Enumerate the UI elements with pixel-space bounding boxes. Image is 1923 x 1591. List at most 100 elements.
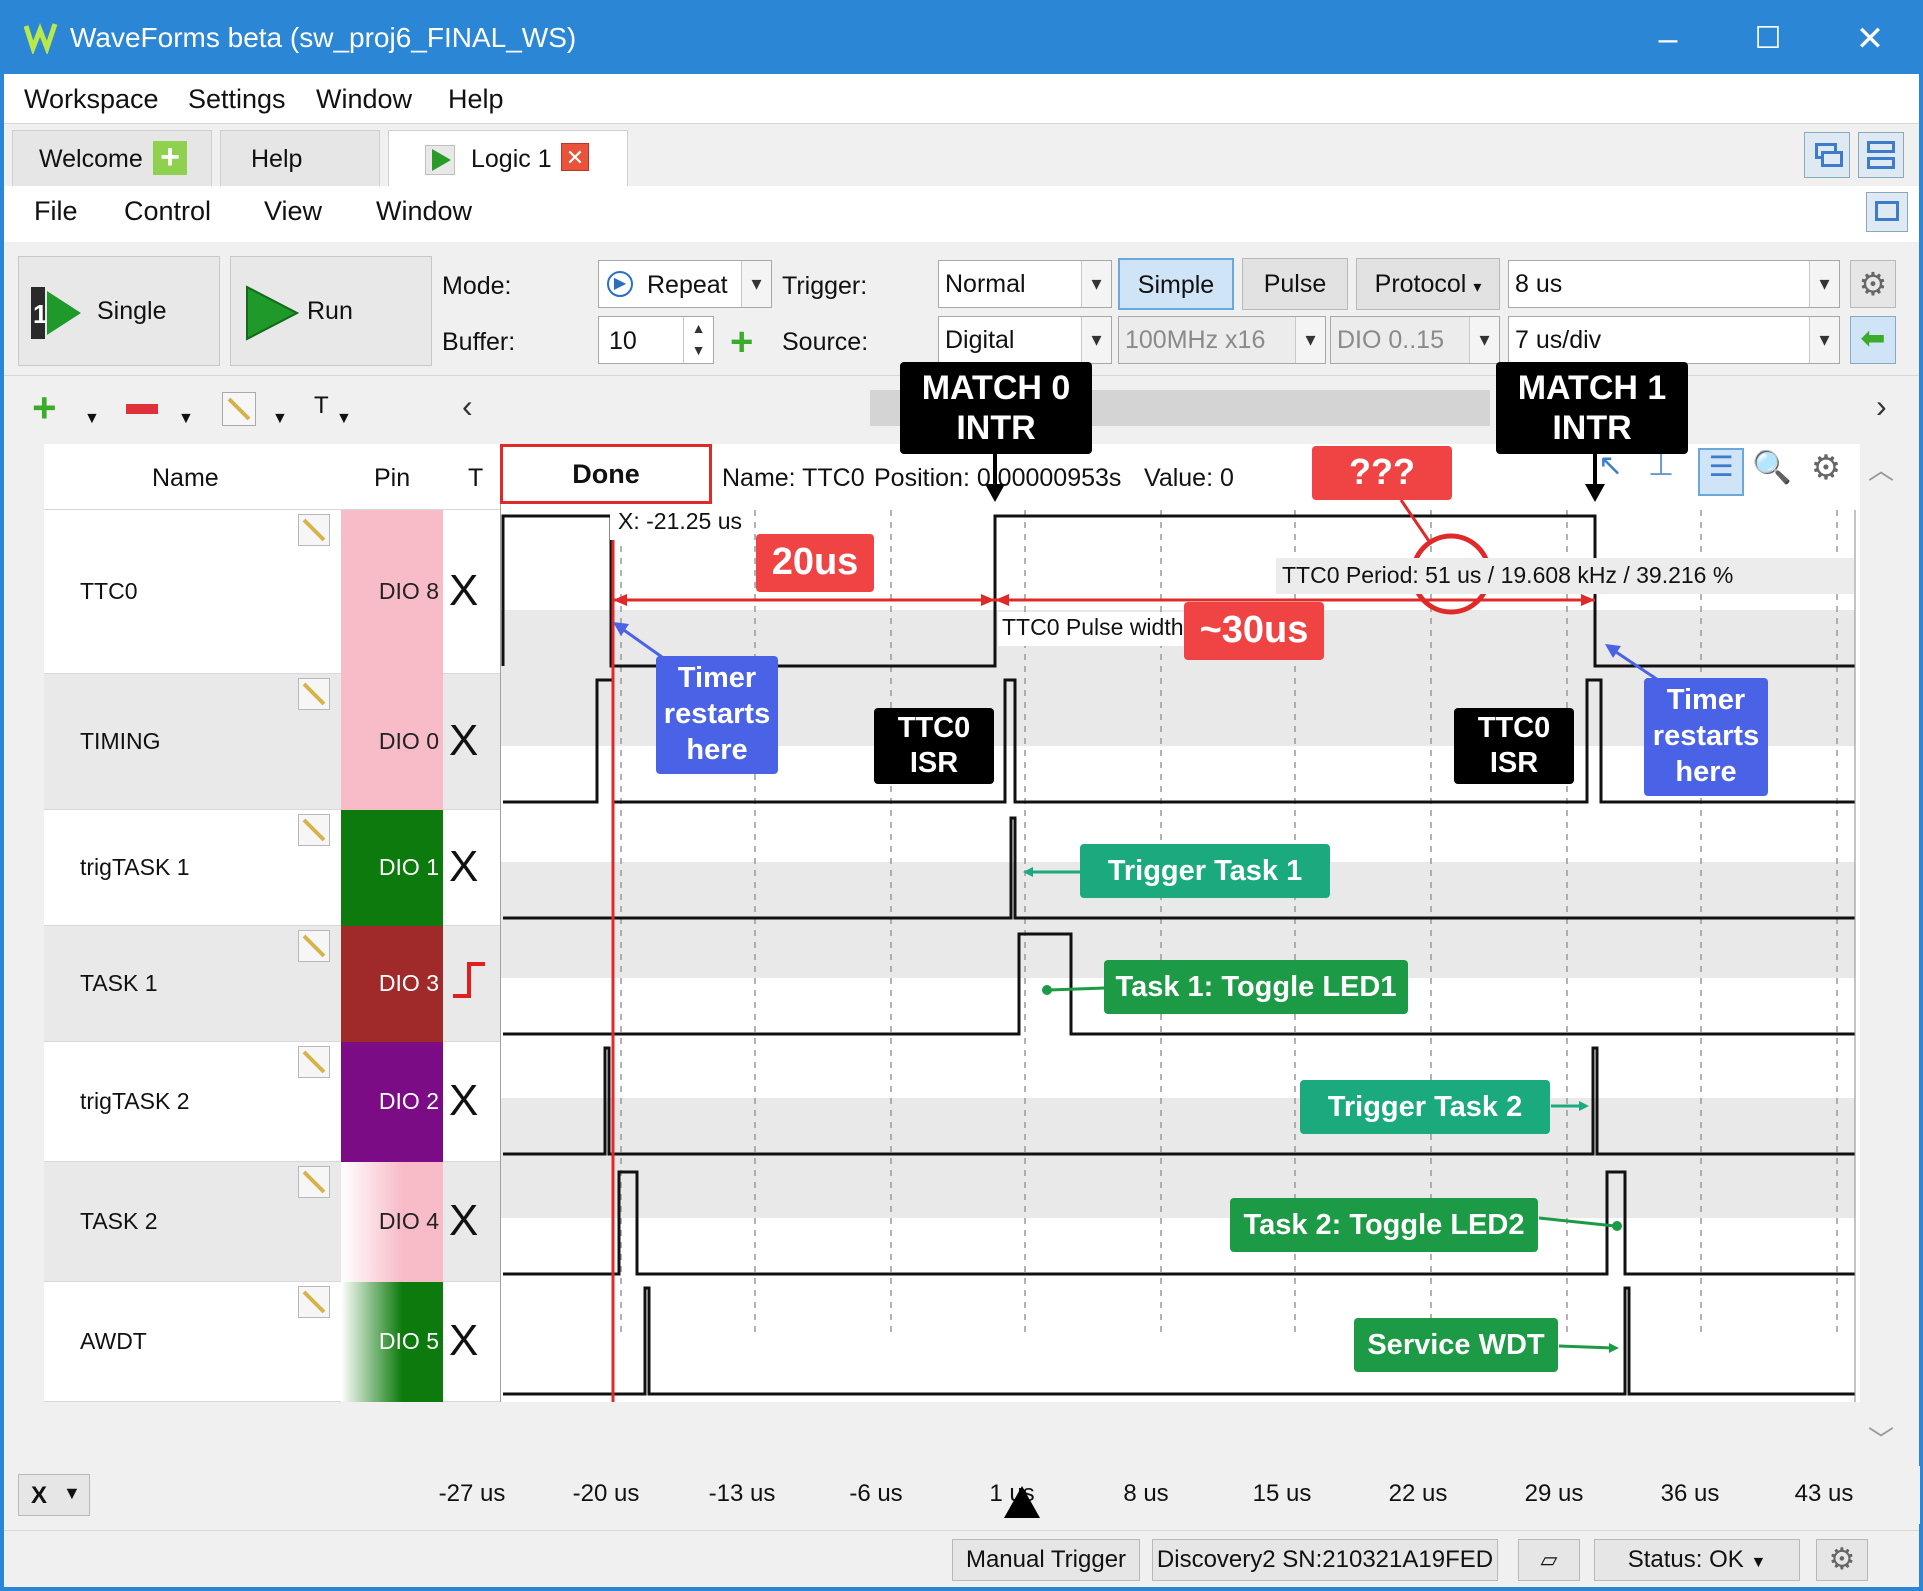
ruler-icon[interactable]: ⊥ (1648, 448, 1688, 488)
tab-logic1-label: Logic 1 (471, 145, 552, 173)
edit-channel-icon[interactable] (298, 1286, 330, 1318)
time-base-value: 7 us/div (1515, 326, 1602, 354)
gear-icon[interactable]: ⚙ (1850, 260, 1896, 308)
menu-workspace[interactable]: Workspace (24, 84, 159, 115)
close-tab-icon[interactable]: ✕ (561, 143, 589, 171)
protocol-trigger-button[interactable]: Protocol ▾ (1356, 258, 1500, 310)
trigger-column-label[interactable]: T (314, 392, 329, 420)
source-select[interactable]: Digital ▾ (938, 316, 1112, 364)
scroll-up-icon[interactable]: ︿ (1868, 450, 1908, 487)
dock-window-icon[interactable] (1866, 192, 1908, 232)
status-indicator[interactable]: Status: OK ▼ (1594, 1539, 1800, 1581)
trigger-ignore-icon[interactable]: X (449, 1196, 478, 1246)
pin-label: DIO 4 (378, 1208, 439, 1234)
channel-row[interactable]: TTC0 DIO 8 X (44, 510, 500, 674)
edit-channel-icon[interactable] (298, 514, 330, 546)
tab-logic1[interactable]: Logic 1 ✕ (388, 130, 628, 186)
match0-annotation: MATCH 0 INTR (900, 362, 1092, 454)
spin-arrows-icon[interactable]: ▲ ▼ (683, 317, 713, 363)
device-icon[interactable]: ▱ (1518, 1539, 1580, 1581)
position-input[interactable]: 8 us ▾ (1508, 260, 1840, 308)
trigger-ignore-icon[interactable]: X (449, 842, 478, 892)
device-selector[interactable]: Discovery2 SN:210321A19FED (1152, 1539, 1498, 1581)
mode-select[interactable]: ▶ Repeat ▾ (598, 260, 772, 308)
channel-list: TTC0 DIO 8 X TIMING DIO 0 XtrigTASK 1 DIO 1 X TA… (44, 510, 500, 1402)
trigger-ignore-icon[interactable]: X (449, 1316, 478, 1366)
channel-row[interactable]: AWDT DIO 5 X (44, 1282, 500, 1402)
channel-row[interactable]: TASK 1 DIO 3 (44, 926, 500, 1042)
pin-color-cell: DIO 2 (341, 1042, 443, 1162)
tab-welcome[interactable]: Welcome + (12, 130, 212, 186)
trigger-ignore-icon[interactable]: X (449, 1076, 478, 1126)
menu-help[interactable]: Help (448, 84, 504, 115)
service-wdt-annotation: Service WDT (1354, 1318, 1558, 1372)
axis-unit-select[interactable]: X ▼ (18, 1474, 90, 1516)
add-icon[interactable]: + (153, 140, 187, 175)
close-window-button[interactable]: ✕ (1842, 16, 1898, 62)
chevron-down-icon[interactable]: ▼ (178, 410, 194, 428)
add-channel-icon[interactable]: + (32, 384, 57, 432)
edit-channel-icon[interactable] (298, 814, 330, 846)
chevron-down-icon[interactable]: ▼ (336, 410, 352, 428)
minimize-button[interactable]: – (1640, 16, 1696, 62)
edit-channel-icon[interactable] (298, 1166, 330, 1198)
float-window-icon[interactable] (1804, 132, 1850, 178)
trigger-ignore-icon[interactable]: X (449, 716, 478, 766)
menu-file[interactable]: File (34, 196, 78, 227)
chevron-down-icon[interactable]: ▼ (272, 410, 288, 428)
edit-icon[interactable] (222, 392, 256, 426)
pin-column-header: Pin (374, 464, 411, 492)
buffer-spinbox[interactable]: 10 ▲ ▼ (598, 316, 714, 364)
pin-color-cell: DIO 1 (341, 810, 443, 926)
trigger-position-marker-icon[interactable] (1002, 1484, 1042, 1520)
remove-channel-icon[interactable] (126, 404, 158, 414)
chevron-down-icon[interactable]: ▼ (84, 410, 100, 428)
pulse-trigger-button[interactable]: Pulse (1242, 258, 1348, 310)
menu-view[interactable]: View (264, 196, 322, 227)
channel-row[interactable]: trigTASK 2 DIO 2 X (44, 1042, 500, 1162)
run-icon (246, 285, 299, 341)
dio-range-select: DIO 0..15 ▾ (1330, 316, 1500, 364)
buffer-label: Buffer: (442, 328, 516, 356)
channel-row[interactable]: TIMING DIO 0 X (44, 674, 500, 810)
channel-row[interactable]: TASK 2 DIO 4 X (44, 1162, 500, 1282)
single-button[interactable]: 1 Single (18, 256, 220, 366)
measure-icon[interactable]: ☰ (1698, 448, 1744, 496)
edit-channel-icon[interactable] (298, 1046, 330, 1078)
trigger-task2-annotation: Trigger Task 2 (1300, 1080, 1550, 1134)
menu-control[interactable]: Control (124, 196, 211, 227)
main-menu-bar: Workspace Settings Window Help (4, 74, 1919, 124)
scroll-left-icon[interactable]: ‹ (462, 388, 473, 425)
scroll-right-icon[interactable]: › (1876, 388, 1887, 425)
split-window-icon[interactable] (1858, 132, 1904, 178)
add-buffer-icon[interactable]: + (730, 320, 753, 365)
menu-settings[interactable]: Settings (188, 84, 286, 115)
trigger-column-header: T (468, 464, 484, 492)
manual-trigger-button[interactable]: Manual Trigger (952, 1539, 1140, 1581)
status-gear-icon[interactable]: ⚙ (1816, 1539, 1868, 1581)
pin-label: DIO 8 (378, 578, 439, 604)
cursor-icon[interactable]: ↖ (1598, 448, 1638, 488)
maximize-button[interactable]: ☐ (1740, 16, 1796, 62)
trigger-select[interactable]: Normal ▾ (938, 260, 1112, 308)
run-button[interactable]: Run (230, 256, 432, 366)
play-icon (425, 145, 455, 175)
plot-settings-gear-icon[interactable]: ⚙ (1804, 448, 1848, 492)
trigger-ignore-icon[interactable]: X (449, 566, 478, 616)
channel-row[interactable]: trigTASK 1 DIO 1 X (44, 810, 500, 926)
scroll-down-icon[interactable]: ﹀ (1868, 1420, 1908, 1457)
edit-channel-icon[interactable] (298, 930, 330, 962)
axis-tick-label: 15 us (1252, 1480, 1312, 1507)
rising-edge-trigger-icon[interactable] (449, 958, 489, 1013)
time-base-input[interactable]: 7 us/div ▾ (1508, 316, 1840, 364)
zoom-icon[interactable]: 🔍 (1752, 448, 1794, 490)
row-band (501, 1218, 1855, 1338)
menu-window[interactable]: Window (316, 84, 412, 115)
menu-window-instrument[interactable]: Window (376, 196, 472, 227)
arrow-left-icon[interactable]: ⬅ (1850, 316, 1896, 364)
simple-trigger-button[interactable]: Simple (1118, 258, 1234, 310)
pin-color-cell: DIO 5 (341, 1282, 443, 1402)
edit-channel-icon[interactable] (298, 678, 330, 710)
tab-help-label: Help (251, 145, 303, 173)
tab-help[interactable]: Help (220, 130, 380, 186)
